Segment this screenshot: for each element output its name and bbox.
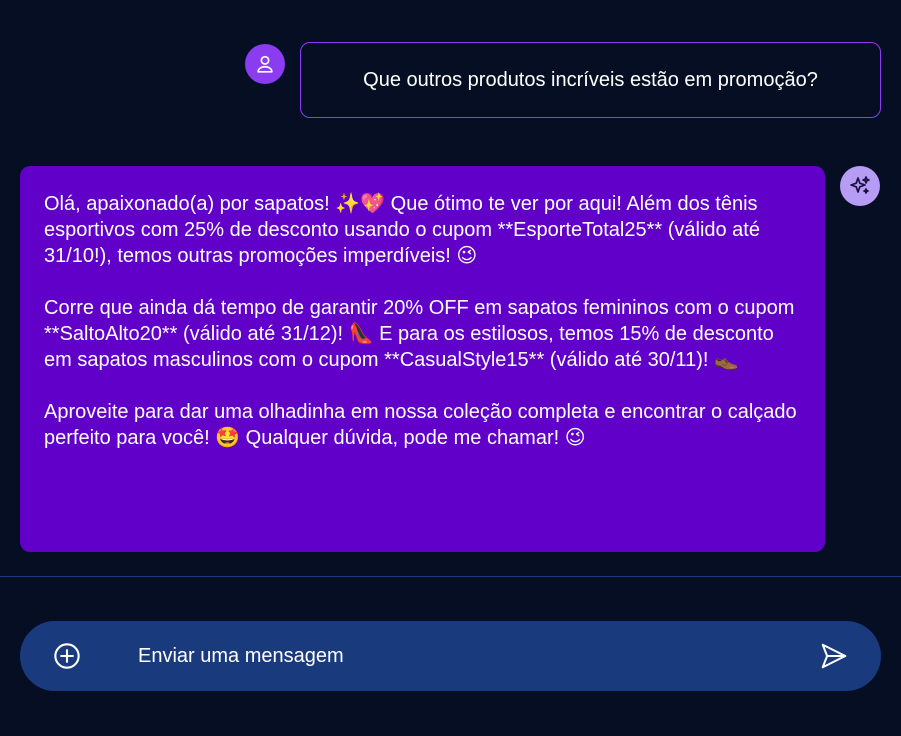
divider (0, 576, 901, 577)
bot-avatar (840, 166, 880, 206)
message-input[interactable] (138, 633, 798, 679)
user-icon (257, 55, 273, 73)
plus-circle-icon (54, 643, 80, 669)
bot-message-paragraph: Aproveite para dar uma olhadinha em noss… (44, 401, 797, 449)
user-avatar (245, 44, 285, 84)
bot-message-bubble: Olá, apaixonado(a) por sapatos! ✨💖 Que ó… (20, 166, 825, 552)
send-button[interactable] (817, 639, 851, 673)
user-message-text: Que outros produtos incríveis estão em p… (363, 68, 818, 91)
user-message-bubble: Que outros produtos incríveis estão em p… (300, 42, 881, 118)
message-composer (20, 621, 881, 691)
sparkles-icon (850, 176, 870, 194)
bot-message-paragraph: Olá, apaixonado(a) por sapatos! ✨💖 Que ó… (44, 193, 760, 267)
add-attachment-button[interactable] (52, 641, 82, 671)
send-icon (821, 643, 847, 669)
bot-message-paragraph: Corre que ainda dá tempo de garantir 20%… (44, 297, 795, 371)
chat-area: Que outros produtos incríveis estão em p… (0, 0, 901, 576)
